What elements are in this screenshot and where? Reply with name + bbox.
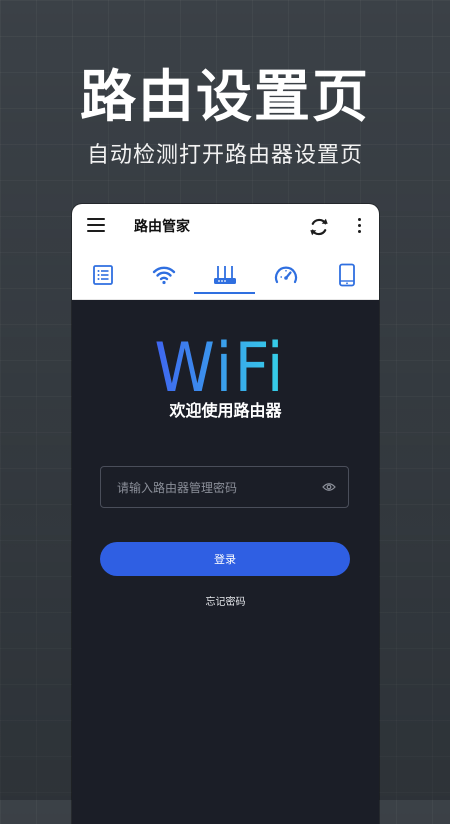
login-button[interactable]: 登录 <box>100 542 350 576</box>
tab-device[interactable] <box>316 251 377 299</box>
promo-headline: 路由设置页 <box>80 65 370 130</box>
refresh-icon[interactable] <box>308 216 330 238</box>
tab-list[interactable] <box>72 251 133 299</box>
app-title: 路由管家 <box>134 219 190 235</box>
promo-subline: 自动检测打开路由器设置页 <box>86 143 363 168</box>
eye-icon[interactable] <box>322 481 336 493</box>
app-bar: 路由管家 <box>72 204 379 251</box>
forgot-password-link[interactable]: 忘记密码 <box>72 596 379 610</box>
tab-speed[interactable] <box>255 251 316 299</box>
tab-bar <box>72 251 379 300</box>
password-field-container <box>100 466 349 509</box>
more-vertical-icon[interactable] <box>356 218 362 236</box>
router-icon <box>213 266 236 284</box>
login-panel: WiFi 欢迎使用路由器 登录 忘记密码 <box>72 300 379 824</box>
password-input[interactable] <box>115 467 319 509</box>
list-icon <box>92 265 113 285</box>
tab-router[interactable] <box>194 251 255 299</box>
wifi-logo-text: WiFi <box>154 336 285 398</box>
speedometer-icon <box>274 266 297 284</box>
wifi-logo: WiFi <box>154 336 285 398</box>
hamburger-menu-icon[interactable] <box>87 218 105 236</box>
welcome-text: 欢迎使用路由器 <box>169 401 282 420</box>
tab-wifi[interactable] <box>133 251 194 299</box>
wifi-icon <box>152 266 175 285</box>
phone-screen: 路由管家 WiFi 欢迎使用路由器 登录 忘记密码 <box>72 204 379 824</box>
phone-icon <box>338 263 355 287</box>
